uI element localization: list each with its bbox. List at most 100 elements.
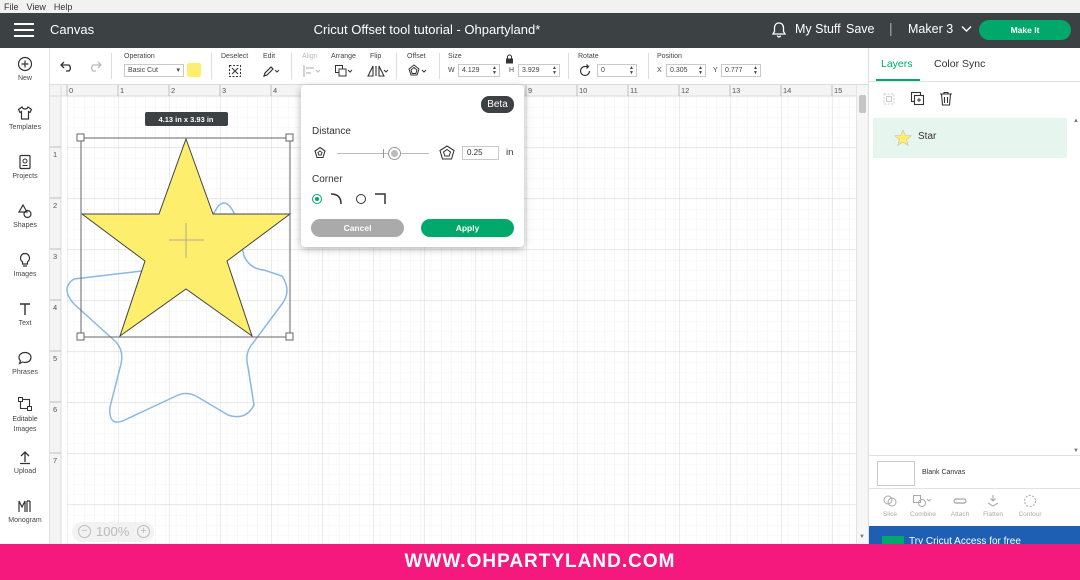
save-button[interactable]: Save xyxy=(846,22,875,36)
cancel-button[interactable]: Cancel xyxy=(311,219,404,237)
layer-item[interactable]: Star xyxy=(873,118,1067,158)
zoom-in-icon[interactable]: + xyxy=(137,525,150,538)
deselect-icon[interactable] xyxy=(228,64,242,78)
rotate-value: 0 xyxy=(601,67,605,74)
resize-handle[interactable] xyxy=(76,332,85,341)
resize-handle[interactable] xyxy=(76,133,85,142)
ruler-label: 12 xyxy=(681,86,689,95)
tool-editable-images[interactable]: Editable Images xyxy=(0,396,50,435)
edit-toolbar: Operation Basic Cut ▾ Deselect Edit Align… xyxy=(50,48,868,85)
tool-images[interactable]: Images xyxy=(0,252,50,278)
tool-label: Combine xyxy=(909,511,936,518)
position-x-input[interactable]: 0.305 ▲ ▼ xyxy=(666,64,706,77)
chevron-down-icon: ▾ xyxy=(176,67,180,74)
tabs-divider xyxy=(869,81,1080,82)
layers-scrollbar[interactable]: ▲ ▼ xyxy=(1072,118,1080,458)
make-it-button[interactable]: Make It xyxy=(979,20,1071,40)
position-y-input[interactable]: 0.777 ▲ ▼ xyxy=(721,64,761,77)
my-stuff-button[interactable]: My Stuff xyxy=(795,22,841,36)
lock-icon[interactable] xyxy=(505,54,514,64)
vertical-scrollbar[interactable]: ▼ xyxy=(856,85,868,544)
zoom-control[interactable]: − 100% + xyxy=(72,522,154,542)
tool-slice[interactable]: Slice xyxy=(875,494,905,518)
ruler-label: 3 xyxy=(222,86,226,95)
rotate-input[interactable]: 0 ▲ ▼ xyxy=(597,64,637,77)
group-icon[interactable] xyxy=(882,92,896,106)
tool-combine[interactable]: Combine xyxy=(906,494,940,518)
promo-banner[interactable]: Try Cricut Access for free xyxy=(869,526,1080,544)
bell-icon[interactable] xyxy=(772,22,786,38)
duplicate-icon[interactable] xyxy=(910,91,925,106)
undo-icon[interactable] xyxy=(60,60,75,72)
tool-upload[interactable]: Upload xyxy=(0,449,50,475)
tool-phrases[interactable]: Phrases xyxy=(0,350,50,376)
menu-bar: File View Help xyxy=(0,0,1080,13)
chat-icon xyxy=(18,351,32,365)
align-icon[interactable] xyxy=(302,64,322,78)
scroll-down-icon[interactable]: ▼ xyxy=(1073,448,1079,454)
corner-rounded-radio[interactable] xyxy=(312,194,322,204)
tool-text[interactable]: Text xyxy=(0,301,50,327)
trash-icon[interactable] xyxy=(939,91,953,106)
ruler-label: 2 xyxy=(171,86,175,95)
tool-label: Slice xyxy=(882,511,898,518)
menu-help[interactable]: Help xyxy=(54,2,73,12)
ruler-label: 11 xyxy=(630,86,638,95)
rotate-icon[interactable] xyxy=(578,64,592,78)
tool-templates[interactable]: Templates xyxy=(0,105,50,131)
scroll-up-icon[interactable]: ▲ xyxy=(1073,118,1079,124)
redo-icon[interactable] xyxy=(87,60,102,72)
operation-select[interactable]: Basic Cut ▾ xyxy=(124,64,184,77)
ruler-label: 6 xyxy=(53,405,57,414)
arrange-icon[interactable] xyxy=(334,64,354,78)
corner-square-radio[interactable] xyxy=(356,194,366,204)
stepper-icon: ▲ ▼ xyxy=(753,65,758,76)
stepper-icon: ▲ ▼ xyxy=(552,65,557,76)
scroll-thumb[interactable] xyxy=(859,95,866,113)
tab-layers[interactable]: Layers xyxy=(881,58,913,70)
layer-name: Star xyxy=(918,131,937,142)
distance-input[interactable]: 0.25 xyxy=(462,146,499,160)
panel-divider xyxy=(869,488,1080,489)
ruler-label: 14 xyxy=(783,86,791,95)
ruler-label: 7 xyxy=(53,456,57,465)
ruler-label: 13 xyxy=(732,86,740,95)
flip-icon[interactable] xyxy=(367,64,389,78)
blank-canvas-thumb[interactable] xyxy=(877,461,915,486)
scroll-down-icon[interactable]: ▼ xyxy=(859,534,865,540)
apply-button[interactable]: Apply xyxy=(421,219,514,237)
distance-label: Distance xyxy=(312,126,351,137)
tool-flatten[interactable]: Flatten xyxy=(978,494,1008,518)
shirt-icon xyxy=(17,106,33,120)
tab-color-sync[interactable]: Color Sync xyxy=(934,58,985,70)
tool-label: Editable Images xyxy=(12,416,38,433)
watermark-footer: WWW.OHPARTYLAND.COM xyxy=(0,544,1080,580)
monogram-icon xyxy=(18,500,31,512)
height-input[interactable]: 3.929 ▲ ▼ xyxy=(518,64,560,77)
tool-monogram[interactable]: Monogram xyxy=(0,498,50,524)
slider-thumb[interactable] xyxy=(389,148,400,159)
tool-projects[interactable]: Projects xyxy=(0,154,50,180)
offset-icon[interactable] xyxy=(407,64,429,78)
panel-divider xyxy=(869,455,1080,456)
corner-label: Corner xyxy=(312,174,343,185)
color-swatch[interactable] xyxy=(187,63,201,77)
resize-handle[interactable] xyxy=(285,133,294,142)
menu-view[interactable]: View xyxy=(27,2,46,12)
machine-select[interactable]: Maker 3 xyxy=(908,22,972,36)
pencil-icon[interactable] xyxy=(262,64,280,78)
distance-slider[interactable] xyxy=(337,148,429,159)
resize-handle[interactable] xyxy=(285,332,294,341)
ruler-label: 5 xyxy=(53,354,57,363)
tool-attach[interactable]: Attach xyxy=(945,494,975,518)
tool-contour[interactable]: Contour xyxy=(1014,494,1046,518)
tool-new[interactable]: New xyxy=(0,56,50,82)
width-input[interactable]: 4.129 ▲ ▼ xyxy=(458,64,500,77)
stepper-icon: ▲ ▼ xyxy=(492,65,497,76)
zoom-out-icon[interactable]: − xyxy=(78,525,91,538)
height-label: H xyxy=(509,67,515,74)
offset-popup: Beta Distance 0.25 in Corner Cancel Appl… xyxy=(301,85,524,247)
position-label: Position xyxy=(657,53,682,60)
menu-file[interactable]: File xyxy=(4,2,19,12)
tool-shapes[interactable]: Shapes xyxy=(0,203,50,229)
